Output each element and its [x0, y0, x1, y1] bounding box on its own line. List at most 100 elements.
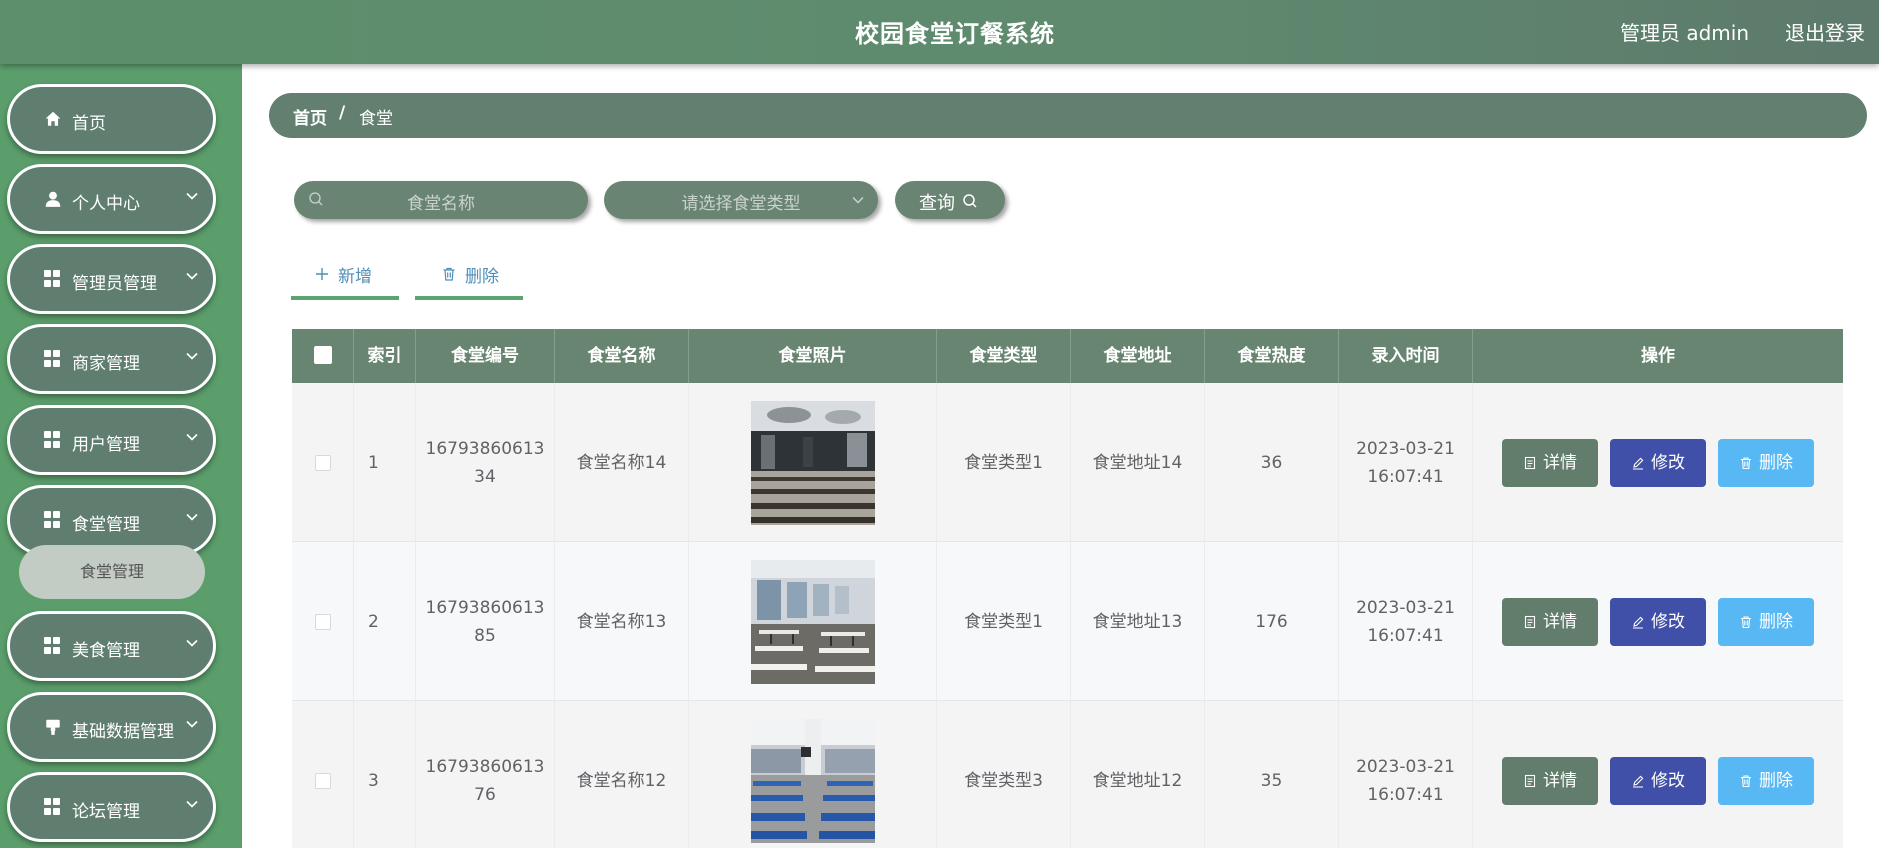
sidebar-item-label: 商家管理 — [72, 354, 140, 374]
detail-button-label: 详情 — [1543, 611, 1577, 632]
sidebar-item-label: 食堂管理 — [72, 515, 140, 535]
canteen-photo[interactable] — [750, 559, 875, 684]
column-header: 录入时间 — [1339, 329, 1473, 383]
code-line: 76 — [474, 784, 496, 805]
document-icon — [1524, 615, 1536, 628]
edit-button[interactable]: 修改 — [1610, 597, 1706, 646]
table-row: 1 16793860613 34 食堂名称14 食堂类型1 食堂地址14 36 … — [292, 383, 1843, 542]
sidebar-item-label: 用户管理 — [72, 435, 140, 455]
type-cell: 食堂类型3 — [937, 701, 1071, 848]
heat-cell: 35 — [1205, 701, 1339, 848]
grid-icon — [44, 511, 62, 529]
plus-icon — [316, 268, 328, 280]
grid-icon — [44, 798, 62, 816]
delete-button[interactable]: 删除 — [1718, 597, 1814, 646]
sidebar-item-admin[interactable]: 管理员管理 — [7, 244, 216, 314]
row-checkbox[interactable] — [314, 772, 331, 789]
photo-cell — [689, 701, 937, 848]
canteen-photo[interactable] — [750, 400, 875, 525]
detail-button[interactable]: 详情 — [1502, 597, 1598, 646]
sidebar-item-label: 基础数据管理 — [72, 722, 174, 742]
column-header: 食堂类型 — [937, 329, 1071, 383]
add-button-label: 新增 — [338, 267, 372, 287]
query-button[interactable]: 查询 — [895, 181, 1005, 219]
home-icon — [45, 111, 61, 126]
type-cell: 食堂类型1 — [937, 542, 1071, 701]
code-cell: 16793860613 85 — [416, 542, 555, 701]
submenu-item-canteen-management[interactable]: 食堂管理 — [19, 545, 205, 599]
heat-cell: 176 — [1205, 542, 1339, 701]
address-cell: 食堂地址14 — [1071, 383, 1205, 542]
created-date: 2023-03-21 — [1356, 438, 1455, 459]
row-checkbox[interactable] — [314, 613, 331, 630]
document-icon — [1524, 774, 1536, 787]
edit-button-label: 修改 — [1651, 452, 1685, 473]
delete-button-label: 删除 — [1759, 611, 1793, 632]
add-button[interactable]: 新增 — [291, 258, 399, 300]
trash-icon — [1741, 774, 1751, 787]
table-header: 索引 食堂编号 食堂名称 食堂照片 食堂类型 食堂地址 食堂热度 录入时间 操作 — [292, 329, 1843, 383]
table-row: 2 16793860613 85 食堂名称13 食堂类型1 食堂地址13 176… — [292, 542, 1843, 701]
column-header: 食堂地址 — [1071, 329, 1205, 383]
sidebar-item-food[interactable]: 美食管理 — [7, 611, 216, 681]
logout-link[interactable]: 退出登录 — [1785, 17, 1865, 46]
type-cell: 食堂类型1 — [937, 383, 1071, 542]
row-checkbox[interactable] — [314, 454, 331, 471]
chevron-down-icon — [186, 352, 198, 360]
delete-button-label: 删除 — [1759, 770, 1793, 791]
sidebar-item-merchant[interactable]: 商家管理 — [7, 324, 216, 394]
code-cell: 16793860613 34 — [416, 383, 555, 542]
edit-button-label: 修改 — [1651, 770, 1685, 791]
sidebar-item-label: 个人中心 — [72, 194, 140, 214]
sidebar-item-profile[interactable]: 个人中心 — [7, 164, 216, 234]
created-time: 16:07:41 — [1367, 466, 1444, 487]
chevron-down-icon — [186, 639, 198, 647]
sidebar-item-base-data[interactable]: 基础数据管理 — [7, 692, 216, 762]
actions-cell: 详情 修改 删除 — [1473, 383, 1843, 542]
detail-button[interactable]: 详情 — [1502, 438, 1598, 487]
trash-icon — [1741, 456, 1751, 469]
breadcrumb-home[interactable]: 首页 — [293, 104, 327, 129]
chevron-down-icon — [186, 720, 198, 728]
batch-delete-button[interactable]: 删除 — [415, 258, 523, 300]
name-cell: 食堂名称14 — [555, 383, 689, 542]
sidebar-item-forum[interactable]: 论坛管理 — [7, 772, 216, 842]
canteen-photo[interactable] — [750, 718, 875, 843]
chevron-down-icon — [186, 192, 198, 200]
select-all-cell — [292, 329, 354, 383]
breadcrumb-current: 食堂 — [359, 109, 393, 129]
sidebar-item-home[interactable]: 首页 — [7, 84, 216, 154]
code-line: 16793860613 — [425, 597, 545, 618]
stamp-icon — [46, 719, 60, 735]
delete-button[interactable]: 删除 — [1718, 438, 1814, 487]
column-header: 食堂热度 — [1205, 329, 1339, 383]
document-icon — [1524, 456, 1536, 469]
photo-cell — [689, 383, 937, 542]
search-name-input[interactable]: 食堂名称 — [294, 181, 588, 219]
delete-button[interactable]: 删除 — [1718, 756, 1814, 805]
sidebar-item-label: 管理员管理 — [72, 274, 157, 294]
column-header: 食堂照片 — [689, 329, 937, 383]
created-date: 2023-03-21 — [1356, 597, 1455, 618]
created-time-cell: 2023-03-21 16:07:41 — [1339, 542, 1473, 701]
created-time: 16:07:41 — [1367, 784, 1444, 805]
sidebar: 首页 个人中心 管理员管理 商家管理 用户管理 食堂管理 食堂管理 美食管理 基… — [0, 64, 242, 848]
sidebar-item-users[interactable]: 用户管理 — [7, 405, 216, 475]
created-time-cell: 2023-03-21 16:07:41 — [1339, 701, 1473, 848]
actions-cell: 详情 修改 删除 — [1473, 542, 1843, 701]
canteen-type-select[interactable]: 请选择食堂类型 — [604, 181, 878, 219]
index-cell: 3 — [354, 701, 416, 848]
created-time: 16:07:41 — [1367, 625, 1444, 646]
edit-pen-icon — [1633, 616, 1644, 629]
code-line: 16793860613 — [425, 756, 545, 777]
detail-button-label: 详情 — [1543, 770, 1577, 791]
edit-button[interactable]: 修改 — [1610, 756, 1706, 805]
detail-button[interactable]: 详情 — [1502, 756, 1598, 805]
edit-button-label: 修改 — [1651, 611, 1685, 632]
sidebar-item-label: 美食管理 — [72, 641, 140, 661]
select-all-checkbox[interactable] — [313, 345, 332, 364]
sidebar-item-label: 首页 — [72, 114, 106, 134]
edit-button[interactable]: 修改 — [1610, 438, 1706, 487]
batch-delete-label: 删除 — [465, 267, 499, 287]
grid-icon — [44, 350, 62, 368]
